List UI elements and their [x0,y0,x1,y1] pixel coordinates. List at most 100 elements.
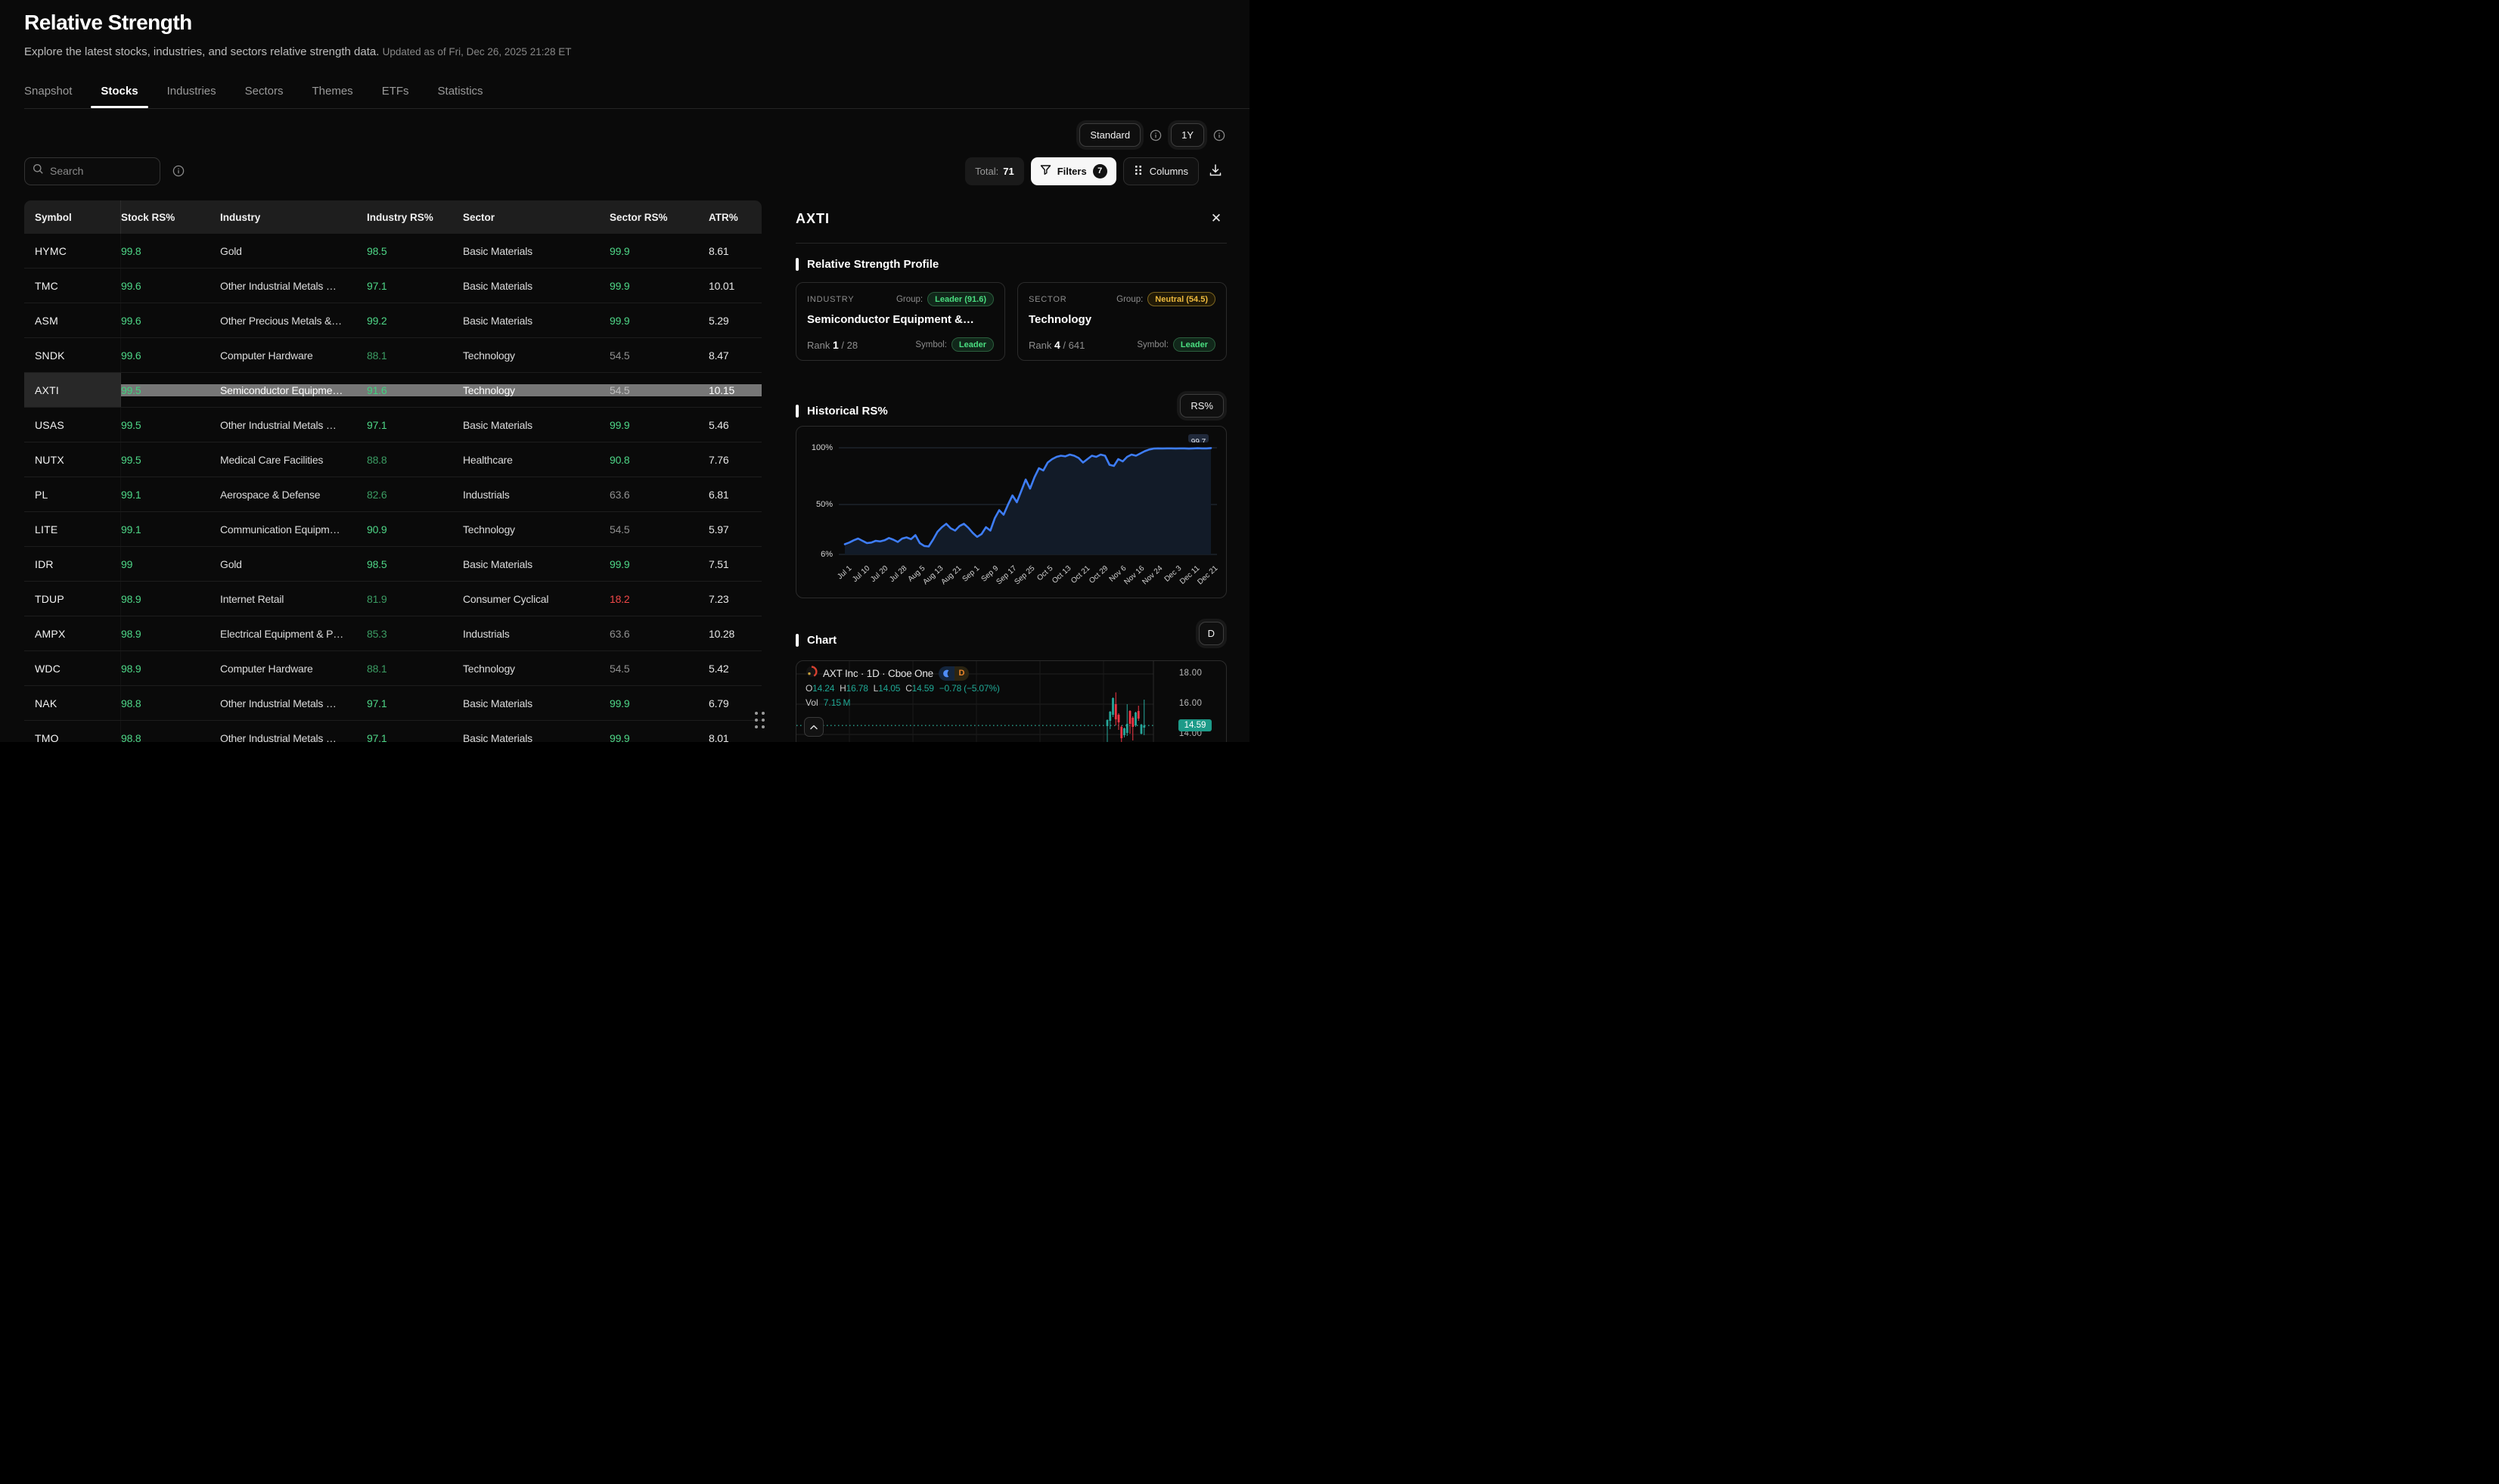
rs-percent-toggle-button[interactable]: RS% [1180,394,1224,418]
table-row-LITE[interactable]: LITE99.1Communication Equipm…90.9Technol… [24,512,762,547]
tab-bar: Snapshot Stocks Industries Sectors Themes ETF… [24,76,1250,109]
search-info-icon[interactable] [172,165,185,177]
data-source-toggle[interactable]: D [939,666,969,681]
last-price-badge: 14.59 [1178,719,1212,731]
column-header-sector[interactable]: Sector [463,212,610,223]
panel-resize-handle[interactable] [755,712,765,728]
columns-button[interactable]: Columns [1123,157,1199,185]
timeframe-button[interactable]: D [1199,622,1224,645]
rank-label: Rank [807,340,830,351]
rs-y-tick: 6% [798,550,833,559]
group-label: Group: [1116,295,1143,304]
price-chart: AXT Inc · 1D · Cboe One D O14.24 H16.78 … [796,660,1227,742]
sector-card: SECTOR Group: Neutral (54.5) Technology … [1017,282,1227,361]
ohlc-readout: O14.24 H16.78 L14.05 C14.59 −0.78 (−5.07… [806,683,1000,694]
chart-section-header: Chart [796,634,837,647]
tab-etfs[interactable]: ETFs [382,85,409,108]
search-field[interactable] [50,165,152,177]
tab-industries[interactable]: Industries [167,85,216,108]
tab-sectors[interactable]: Sectors [245,85,284,108]
cboe-moon-icon [939,666,955,681]
delayed-data-icon: D [955,666,969,681]
chart-symbol-name[interactable]: AXT Inc · 1D · Cboe One [823,668,933,679]
industry-card: INDUSTRY Group: Leader (91.6) Semiconduc… [796,282,1005,361]
section-accent-bar [796,634,799,647]
period-button[interactable]: 1Y [1171,123,1204,147]
chevron-up-icon[interactable] [804,717,824,737]
period-info-icon[interactable] [1213,129,1225,141]
group-label: Group: [896,295,923,304]
filters-label: Filters [1057,166,1087,177]
column-header-stock-rs-[interactable]: Stock RS% [121,212,220,223]
toolbar-view-options: Standard 1Y [1079,123,1225,147]
column-header-industry-rs-[interactable]: Industry RS% [367,212,463,223]
tab-statistics[interactable]: Statistics [438,85,483,108]
column-header-atr-[interactable]: ATR% [709,212,762,223]
symbol-label: Symbol: [1137,340,1169,349]
table-row-NUTX[interactable]: NUTX99.5Medical Care Facilities88.8Healt… [24,442,762,477]
table-row-PL[interactable]: PL99.1Aerospace & Defense82.6Industrials… [24,477,762,512]
toolbar-table-controls: Total: 71 Filters 7 Columns [24,157,1225,185]
column-header-symbol[interactable]: Symbol [24,200,121,234]
symbol-detail-panel: AXTI ✕ Relative Strength Profile INDUSTR… [796,200,1227,742]
table-row-IDR[interactable]: IDR99Gold98.5Basic Materials99.97.51 [24,547,762,582]
page-subtitle: Explore the latest stocks, industries, a… [24,45,571,58]
table-row-TMC[interactable]: TMC99.6Other Industrial Metals …97.1Basi… [24,269,762,303]
industry-group-badge: Leader (91.6) [927,292,994,306]
rs-y-tick: 100% [798,443,833,452]
rs-y-tick: 50% [798,500,833,509]
download-button[interactable] [1206,160,1225,182]
profile-cards: INDUSTRY Group: Leader (91.6) Semiconduc… [796,282,1227,361]
rank-total: / 28 [841,340,858,351]
page-title: Relative Strength [24,11,192,35]
sector-group-badge: Neutral (54.5) [1147,292,1215,306]
sector-card-kind: SECTOR [1029,295,1066,304]
sector-name: Technology [1029,313,1215,326]
search-icon [33,163,44,179]
table-row-AMPX[interactable]: AMPX98.9Electrical Equipment & P…85.3Ind… [24,616,762,651]
volume-readout: Vol 7.15 M [806,697,1000,708]
table-row-HYMC[interactable]: HYMC99.8Gold98.5Basic Materials99.98.61 [24,234,762,269]
price-change: −0.78 (−5.07%) [939,683,1000,694]
table-row-TMQ[interactable]: TMQ98.8Other Industrial Metals …97.1Basi… [24,721,762,742]
total-label: Total: [975,166,998,177]
search-input[interactable] [24,157,160,185]
table-row-USAS[interactable]: USAS99.5Other Industrial Metals …97.1Bas… [24,408,762,442]
filters-count-badge: 7 [1093,164,1107,179]
chart-section-title: Chart [807,634,837,647]
rs-last-value-tooltip: 99.7 [1188,434,1209,442]
table-row-ASM[interactable]: ASM99.6Other Precious Metals &…99.2Basic… [24,303,762,338]
total-value: 71 [1003,166,1014,177]
close-icon[interactable]: ✕ [1207,210,1225,228]
tab-snapshot[interactable]: Snapshot [24,85,72,108]
historical-rs-chart: 100%50%6% Jul 1Jul 10Jul 20Jul 28Aug 5Au… [796,426,1227,598]
view-mode-button[interactable]: Standard [1079,123,1141,147]
table-row-NAK[interactable]: NAK98.8Other Industrial Metals …97.1Basi… [24,686,762,721]
profile-section-title: Relative Strength Profile [807,258,939,271]
table-row-AXTI[interactable]: AXTI99.5Semiconductor Equipme…91.6Techno… [24,373,762,408]
table-row-SNDK[interactable]: SNDK99.6Computer Hardware88.1Technology5… [24,338,762,373]
subtitle-text: Explore the latest stocks, industries, a… [24,45,379,58]
table-row-WDC[interactable]: WDC98.9Computer Hardware88.1Technology54… [24,651,762,686]
updated-timestamp: Updated as of Fri, Dec 26, 2025 21:28 ET [383,46,572,57]
price-axis-label: 16.00 [1158,699,1223,708]
tab-themes[interactable]: Themes [312,85,353,108]
columns-label: Columns [1150,166,1188,177]
tab-stocks[interactable]: Stocks [101,85,138,108]
view-mode-info-icon[interactable] [1150,129,1162,141]
panel-header: AXTI ✕ [796,200,1227,244]
rank-value: 1 [833,339,839,351]
rank-label: Rank [1029,340,1051,351]
filters-button[interactable]: Filters 7 [1031,157,1116,185]
axt-logo-icon [806,666,818,681]
symbol-label: Symbol: [915,340,947,349]
section-accent-bar [796,405,799,418]
historical-section-header: Historical RS% [796,405,888,418]
table-row-TDUP[interactable]: TDUP98.9Internet Retail81.9Consumer Cycl… [24,582,762,616]
section-accent-bar [796,258,799,271]
column-header-sector-rs-[interactable]: Sector RS% [610,212,709,223]
total-count-chip: Total: 71 [965,157,1024,185]
columns-icon [1134,165,1143,178]
industry-name: Semiconductor Equipment &… [807,313,994,326]
column-header-industry[interactable]: Industry [220,212,367,223]
